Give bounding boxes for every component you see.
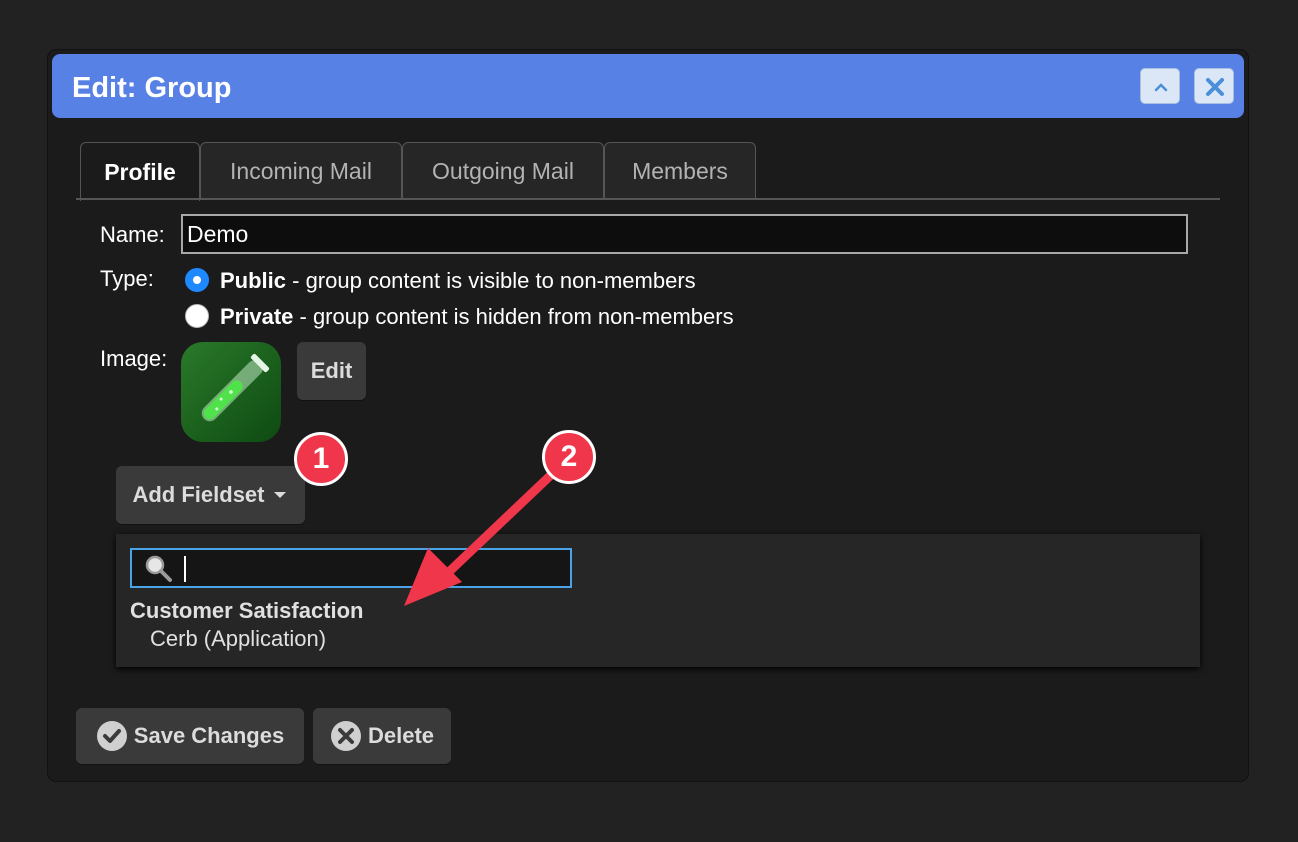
image-label: Image: (100, 346, 168, 371)
tab-incoming-mail[interactable]: Incoming Mail (200, 142, 402, 199)
annotation-badge-2: 2 (542, 430, 596, 484)
save-changes-button[interactable]: Save Changes (76, 708, 304, 764)
tab-label: Outgoing Mail (432, 157, 574, 184)
fieldset-search-input[interactable] (130, 548, 572, 588)
fieldset-group-title: Customer Satisfaction (130, 598, 364, 623)
close-icon (1206, 78, 1224, 96)
name-input[interactable]: Demo (181, 214, 1188, 254)
name-label: Name: (100, 222, 165, 247)
search-icon (145, 555, 172, 582)
tab-label: Incoming Mail (230, 157, 372, 184)
tab-profile[interactable]: Profile (80, 142, 200, 201)
dialog-titlebar: Edit: Group (52, 54, 1244, 118)
type-label: Type: (100, 266, 154, 291)
delete-label: Delete (367, 723, 435, 748)
image-edit-button[interactable]: Edit (297, 342, 366, 400)
add-fieldset-button[interactable]: Add Fieldset (116, 466, 305, 524)
save-changes-label: Save Changes (133, 723, 285, 748)
radio-public[interactable] (185, 268, 209, 292)
close-button[interactable] (1194, 68, 1234, 104)
tabs-divider (76, 198, 1220, 200)
radio-public-title: Public (220, 268, 287, 293)
check-circle-icon (96, 721, 127, 751)
image-edit-label: Edit (310, 358, 353, 383)
tab-outgoing-mail[interactable]: Outgoing Mail (402, 142, 604, 199)
delete-button[interactable]: Delete (313, 708, 451, 764)
tab-label: Members (632, 157, 728, 184)
radio-public-desc: - group content is visible to non-member… (286, 268, 696, 293)
dialog-title: Edit: Group (72, 72, 232, 104)
x-circle-icon (330, 721, 361, 751)
edit-group-dialog: Edit: Group Profile Incoming Mail Outgoi… (48, 50, 1248, 781)
minimize-button[interactable] (1140, 68, 1180, 104)
radio-private-label[interactable]: Private - group content is hidden from n… (220, 304, 734, 330)
radio-private-desc: - group content is hidden from non-membe… (293, 304, 734, 329)
caret-down-icon (273, 492, 286, 498)
text-cursor (184, 556, 186, 582)
tab-label: Profile (104, 158, 176, 185)
radio-public-label[interactable]: Public - group content is visible to non… (220, 268, 696, 294)
annotation-badge-1: 1 (294, 432, 348, 486)
add-fieldset-label: Add Fieldset (132, 482, 265, 507)
fieldset-dropdown: Customer Satisfaction Cerb (Application) (116, 534, 1200, 667)
radio-private-title: Private (220, 304, 294, 329)
fieldset-option[interactable]: Cerb (Application) (150, 626, 326, 652)
chevron-up-icon (1154, 83, 1168, 92)
tab-members[interactable]: Members (604, 142, 756, 199)
radio-private[interactable] (185, 304, 209, 328)
group-image (181, 342, 281, 442)
test-tube-icon (201, 353, 270, 422)
